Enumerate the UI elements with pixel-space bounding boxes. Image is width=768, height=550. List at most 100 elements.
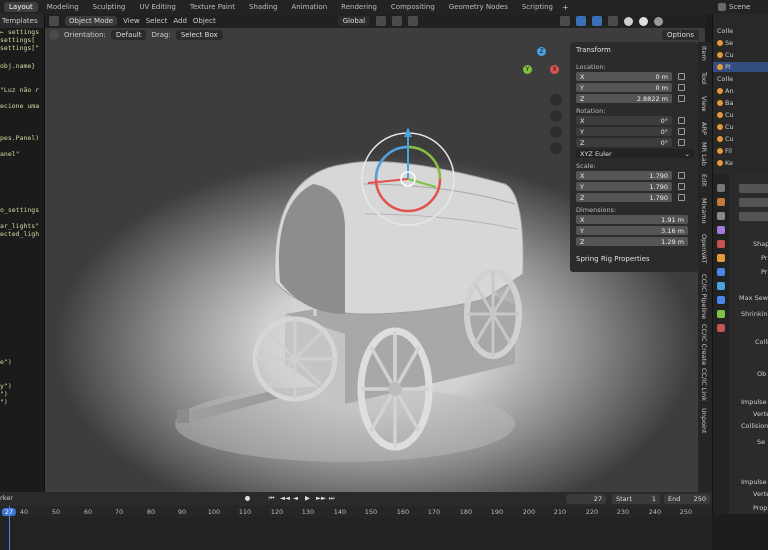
render-icon[interactable] bbox=[717, 198, 725, 206]
location-z-field[interactable]: Z 2.8822 m bbox=[576, 94, 672, 103]
modifier-icon[interactable] bbox=[717, 268, 725, 276]
property-label[interactable]: Prop bbox=[753, 504, 767, 512]
scene-selector[interactable]: Scene bbox=[712, 0, 768, 14]
camera-view-icon[interactable] bbox=[550, 126, 562, 138]
scene-icon[interactable] bbox=[717, 226, 725, 234]
tab-cc-pipeline[interactable]: CC/iC Pipeline bbox=[700, 274, 708, 319]
play-reverse-icon[interactable]: ◄ bbox=[292, 495, 299, 502]
pan-hand-icon[interactable] bbox=[550, 110, 562, 122]
lock-icon[interactable] bbox=[678, 95, 685, 102]
end-frame-field[interactable]: End 250 bbox=[664, 494, 710, 504]
tab-modeling[interactable]: Modeling bbox=[42, 2, 84, 12]
tab-unpoint[interactable]: Unpoint bbox=[700, 408, 708, 433]
y-axis-icon[interactable]: Y bbox=[523, 65, 532, 74]
tab-layout[interactable]: Layout bbox=[4, 2, 38, 12]
lock-icon[interactable] bbox=[678, 84, 685, 91]
outliner-row-selected[interactable]: Pl bbox=[713, 62, 768, 72]
outliner-row[interactable]: Ba bbox=[713, 98, 768, 108]
rotation-mode-dropdown[interactable]: XYZ Euler ⌄ bbox=[576, 149, 694, 158]
jump-start-icon[interactable]: ⏮ bbox=[268, 495, 275, 502]
tab-geometry-nodes[interactable]: Geometry Nodes bbox=[444, 2, 513, 12]
x-axis-icon[interactable]: X bbox=[550, 65, 559, 74]
transform-panel-title[interactable]: Transform bbox=[576, 46, 611, 54]
tab-scripting[interactable]: Scripting bbox=[517, 2, 558, 12]
templates-menu[interactable]: Templates bbox=[2, 17, 38, 25]
transform-gizmo[interactable] bbox=[348, 121, 468, 241]
tab-rendering[interactable]: Rendering bbox=[336, 2, 382, 12]
lock-icon[interactable] bbox=[678, 128, 685, 135]
outliner-row[interactable]: An bbox=[713, 86, 768, 96]
rotation-z-field[interactable]: Z 0° bbox=[576, 138, 672, 147]
tab-cc-create[interactable]: CC/iC Create bbox=[700, 324, 708, 365]
object-icon[interactable] bbox=[717, 254, 725, 262]
timeline[interactable]: rker ● ⏮ ◄◄ ◄ ▶ ►► ⏭ 27 Start 1 End 250 27… bbox=[0, 492, 712, 550]
property-label[interactable]: Shap bbox=[753, 240, 768, 248]
tab-shading[interactable]: Shading bbox=[244, 2, 282, 12]
tab-animation[interactable]: Animation bbox=[286, 2, 332, 12]
constraints-icon[interactable] bbox=[717, 310, 725, 318]
lock-icon[interactable] bbox=[678, 172, 685, 179]
spring-rig-panel-title[interactable]: Spring Rig Properties bbox=[576, 255, 650, 263]
tab-uv-editing[interactable]: UV Editing bbox=[134, 2, 181, 12]
property-field[interactable] bbox=[739, 198, 768, 207]
lock-icon[interactable] bbox=[678, 73, 685, 80]
zoom-icon[interactable] bbox=[550, 94, 562, 106]
outliner-row[interactable]: Colle bbox=[713, 74, 768, 84]
playhead[interactable] bbox=[9, 506, 10, 550]
outliner-row[interactable]: Ke bbox=[713, 158, 768, 168]
physics-icon[interactable] bbox=[717, 296, 725, 304]
scale-z-field[interactable]: Z 1.790 bbox=[576, 193, 672, 202]
lock-icon[interactable] bbox=[678, 194, 685, 201]
outliner-row[interactable]: Cu bbox=[713, 110, 768, 120]
property-label[interactable]: Ob bbox=[757, 370, 766, 378]
rotation-x-field[interactable]: X 0° bbox=[576, 116, 672, 125]
location-y-field[interactable]: Y 0 m bbox=[576, 83, 672, 92]
property-field[interactable] bbox=[739, 212, 768, 221]
outliner-row[interactable]: Se bbox=[713, 38, 768, 48]
next-keyframe-icon[interactable]: ►► bbox=[316, 495, 326, 502]
tab-compositing[interactable]: Compositing bbox=[386, 2, 440, 12]
outliner-row[interactable]: Cu bbox=[713, 122, 768, 132]
prev-keyframe-icon[interactable]: ◄◄ bbox=[280, 495, 290, 502]
jump-end-icon[interactable]: ⏭ bbox=[328, 495, 335, 502]
particles-icon[interactable] bbox=[717, 282, 725, 290]
property-label[interactable]: Se bbox=[757, 438, 765, 446]
timeline-ruler[interactable]: 27 40 50 60 70 80 90 100 110 120 130 140… bbox=[0, 506, 712, 518]
output-icon[interactable] bbox=[717, 212, 725, 220]
outliner-row[interactable]: Colle bbox=[713, 26, 768, 36]
add-workspace-button[interactable]: + bbox=[562, 3, 569, 12]
scale-x-field[interactable]: X 1.790 bbox=[576, 171, 672, 180]
outliner-row[interactable]: Cu bbox=[713, 50, 768, 60]
record-icon[interactable]: ● bbox=[244, 495, 251, 502]
tab-view[interactable]: View bbox=[700, 96, 708, 111]
tab-openvat[interactable]: OpenVAT bbox=[700, 234, 708, 263]
material-icon[interactable] bbox=[717, 324, 725, 332]
property-field[interactable] bbox=[739, 184, 768, 193]
current-frame-field[interactable]: 27 bbox=[566, 494, 606, 504]
property-label[interactable]: Colli bbox=[755, 338, 768, 346]
tool-icon[interactable] bbox=[717, 184, 725, 192]
tab-arp[interactable]: ARP bbox=[700, 122, 708, 135]
tab-item[interactable]: Item bbox=[700, 46, 708, 61]
lock-icon[interactable] bbox=[678, 139, 685, 146]
start-frame-field[interactable]: Start 1 bbox=[612, 494, 660, 504]
tab-edit[interactable]: Edit bbox=[700, 174, 708, 187]
properties-editor[interactable]: Shap Pr Pr Max Sewin Shrinkin Colli Ob I… bbox=[712, 174, 768, 514]
location-x-field[interactable]: X 0 m bbox=[576, 72, 672, 81]
tab-sculpting[interactable]: Sculpting bbox=[88, 2, 131, 12]
tab-mr-lab[interactable]: MR Lab bbox=[700, 142, 708, 166]
lock-icon[interactable] bbox=[678, 183, 685, 190]
dimensions-y-field[interactable]: Y 3.16 m bbox=[576, 226, 688, 235]
tab-texture-paint[interactable]: Texture Paint bbox=[185, 2, 240, 12]
perspective-grid-icon[interactable] bbox=[550, 142, 562, 154]
tab-cc-link[interactable]: CC/iC Link bbox=[700, 368, 708, 401]
navigation-gizmo[interactable]: Z Y X bbox=[523, 47, 563, 87]
world-icon[interactable] bbox=[717, 240, 725, 248]
z-axis-icon[interactable]: Z bbox=[537, 47, 546, 56]
lock-icon[interactable] bbox=[678, 117, 685, 124]
dimensions-z-field[interactable]: Z 1.29 m bbox=[576, 237, 688, 246]
tab-mixamo[interactable]: Mixamo bbox=[700, 198, 708, 224]
dimensions-x-field[interactable]: X 1.91 m bbox=[576, 215, 688, 224]
tab-tool[interactable]: Tool bbox=[700, 72, 708, 85]
play-icon[interactable]: ▶ bbox=[304, 495, 311, 502]
